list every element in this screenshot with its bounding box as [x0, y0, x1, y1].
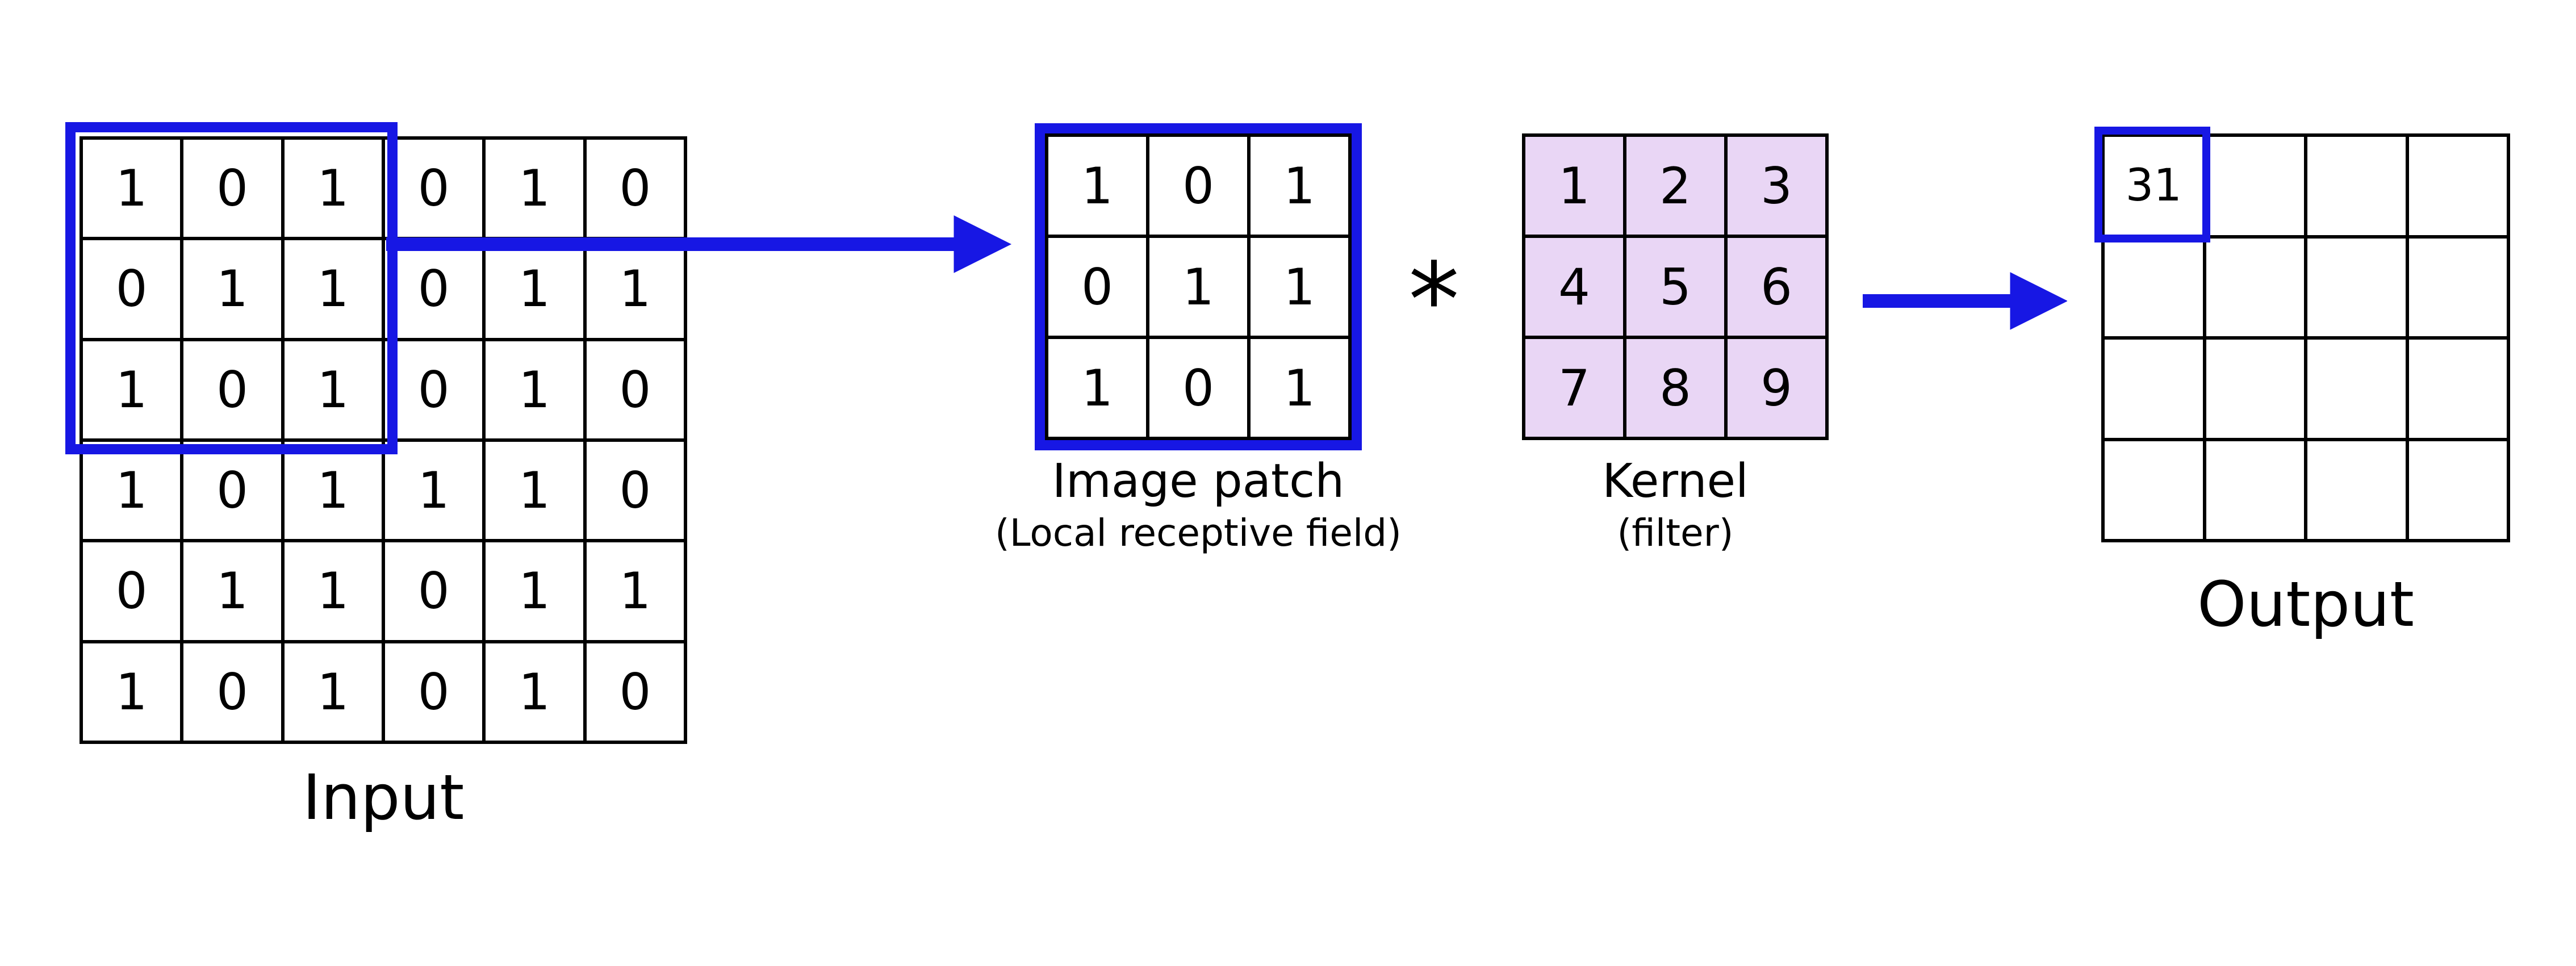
- output-cell: [2304, 235, 2406, 337]
- input-cell: 1: [482, 539, 583, 639]
- input-cell: 1: [382, 438, 482, 539]
- arrow-kernel-to-output: [1863, 267, 2067, 335]
- output-cell: [2406, 133, 2507, 235]
- output-cell: [2304, 438, 2406, 540]
- kernel-cell: 3: [1724, 133, 1825, 235]
- kernel-cell: 4: [1522, 235, 1623, 336]
- output-cell: [2101, 235, 2203, 337]
- input-cell: 0: [80, 539, 180, 639]
- input-cell: 1: [281, 136, 382, 237]
- input-cell: 1: [80, 438, 180, 539]
- convolution-diagram: 101010011011101010101110011011101010 Inp…: [0, 0, 2576, 966]
- patch-cell: 1: [1247, 336, 1348, 437]
- kernel-cell: 7: [1522, 336, 1623, 437]
- output-cell: [2101, 336, 2203, 438]
- input-cell: 1: [482, 438, 583, 539]
- output-grid: 31: [2101, 133, 2510, 542]
- input-cell: 1: [583, 539, 684, 639]
- input-cell: 1: [80, 338, 180, 438]
- output-cell: [2406, 336, 2507, 438]
- input-cell: 1: [80, 136, 180, 237]
- patch-cell: 1: [1247, 235, 1348, 336]
- kernel-cell: 5: [1623, 235, 1724, 336]
- kernel-grid: 123456789: [1522, 133, 1829, 440]
- image-patch-grid: 101011101: [1045, 133, 1352, 440]
- patch-cell: 1: [1247, 133, 1348, 235]
- input-cell: 1: [482, 338, 583, 438]
- input-cell: 1: [281, 338, 382, 438]
- input-cell: 0: [382, 640, 482, 741]
- input-cell: 1: [281, 640, 382, 741]
- input-cell: 0: [180, 640, 281, 741]
- kernel-sublabel: (filter): [1522, 511, 1829, 555]
- input-cell: 1: [281, 237, 382, 337]
- input-cell: 0: [583, 640, 684, 741]
- output-cell: [2304, 133, 2406, 235]
- image-patch-sublabel: (Local receptive field): [965, 511, 1431, 555]
- patch-cell: 0: [1146, 336, 1247, 437]
- output-cell: [2406, 235, 2507, 337]
- patch-cell: 1: [1045, 336, 1146, 437]
- output-cell: [2203, 336, 2305, 438]
- image-patch-label: Image patch: [994, 454, 1403, 508]
- input-cell: 1: [80, 640, 180, 741]
- patch-cell: 1: [1146, 235, 1247, 336]
- input-cell: 1: [281, 539, 382, 639]
- output-cell: [2203, 438, 2305, 540]
- input-cell: 0: [180, 136, 281, 237]
- input-cell: 1: [180, 237, 281, 337]
- patch-cell: 1: [1045, 133, 1146, 235]
- kernel-cell: 6: [1724, 235, 1825, 336]
- kernel-cell: 2: [1623, 133, 1724, 235]
- input-label: Input: [80, 761, 687, 834]
- output-cell: [2304, 336, 2406, 438]
- output-cell: [2101, 438, 2203, 540]
- input-cell: 1: [281, 438, 382, 539]
- output-cell: 31: [2101, 133, 2203, 235]
- kernel-label: Kernel: [1522, 454, 1829, 508]
- input-cell: 0: [180, 438, 281, 539]
- output-cell: [2406, 438, 2507, 540]
- patch-cell: 0: [1045, 235, 1146, 336]
- output-cell: [2203, 133, 2305, 235]
- input-cell: 0: [382, 338, 482, 438]
- output-label: Output: [2101, 568, 2510, 641]
- kernel-cell: 9: [1724, 336, 1825, 437]
- kernel-cell: 8: [1623, 336, 1724, 437]
- input-cell: 1: [180, 539, 281, 639]
- input-cell: 1: [482, 640, 583, 741]
- input-cell: 0: [80, 237, 180, 337]
- input-cell: 0: [583, 338, 684, 438]
- input-cell: 0: [180, 338, 281, 438]
- kernel-cell: 1: [1522, 133, 1623, 235]
- output-cell: [2203, 235, 2305, 337]
- input-cell: 0: [382, 539, 482, 639]
- convolution-operator: *: [1408, 250, 1460, 352]
- patch-cell: 0: [1146, 133, 1247, 235]
- arrow-input-to-patch: [386, 210, 1017, 278]
- input-cell: 0: [583, 438, 684, 539]
